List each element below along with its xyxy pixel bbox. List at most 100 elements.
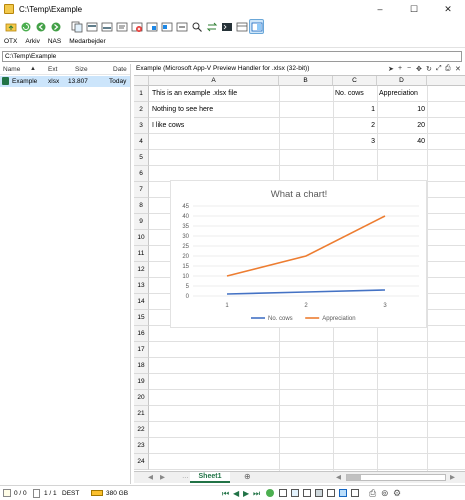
list-item[interactable]: Example xlsx 13.807 Today <box>0 76 130 87</box>
cell-a1[interactable]: This is an example .xlsx file <box>152 90 237 97</box>
cell-c2[interactable]: 1 <box>333 106 375 113</box>
line-chart[interactable]: What a chart! 0 5 10 15 20 25 30 35 40 45 1 2 3 No.… <box>170 180 427 328</box>
view-tree-icon[interactable] <box>315 489 323 497</box>
view-thumbs-icon[interactable] <box>303 489 311 497</box>
pan-icon[interactable]: ✥ <box>416 65 422 73</box>
row-header[interactable]: 9 <box>134 214 149 230</box>
row-header[interactable]: 8 <box>134 198 149 214</box>
close-preview-icon[interactable]: ✕ <box>455 65 461 73</box>
h-scrollbar[interactable] <box>346 474 446 481</box>
copy-icon[interactable] <box>70 20 83 33</box>
view-preview-icon[interactable] <box>339 489 347 497</box>
cell-c4[interactable]: 3 <box>333 138 375 145</box>
row-header[interactable]: 1 <box>134 86 149 102</box>
path-input[interactable]: C:\Temp\Example <box>2 51 462 62</box>
cell-d3[interactable]: 20 <box>377 122 425 129</box>
nav-next-icon[interactable]: ▶ <box>243 489 249 498</box>
move-icon[interactable] <box>85 20 98 33</box>
row-header[interactable]: 4 <box>134 134 149 150</box>
printer-icon[interactable]: ⎙ <box>369 488 376 499</box>
row-header[interactable]: 21 <box>134 406 149 422</box>
cell-d2[interactable]: 10 <box>377 106 425 113</box>
col-header-d[interactable]: D <box>377 76 427 86</box>
row-header[interactable]: 2 <box>134 102 149 118</box>
col-ext-header[interactable]: Ext <box>48 66 57 73</box>
col-header-b[interactable]: B <box>279 76 333 86</box>
row-header[interactable]: 15 <box>134 310 149 326</box>
h-scroll-right-icon[interactable]: ▶ <box>450 473 455 481</box>
col-header-a[interactable]: A <box>149 76 279 86</box>
col-header-e[interactable] <box>427 76 465 86</box>
cell-d4[interactable]: 40 <box>377 138 425 145</box>
menu-medarbejder[interactable]: Medarbejder <box>69 38 106 45</box>
pack-icon[interactable] <box>145 20 158 33</box>
close-button[interactable]: ✕ <box>431 0 465 18</box>
minimize-button[interactable]: – <box>363 0 397 18</box>
new-folder-icon[interactable] <box>100 20 113 33</box>
view-icon[interactable] <box>235 20 248 33</box>
terminal-icon[interactable] <box>220 20 233 33</box>
rotate-icon[interactable]: ↻ <box>426 65 432 73</box>
cell-c3[interactable]: 2 <box>333 122 375 129</box>
menu-arkiv[interactable]: Arkiv <box>25 38 39 45</box>
fit-icon[interactable]: ⤢ <box>436 65 442 73</box>
tab-more-icon[interactable]: … <box>182 473 189 480</box>
search-icon[interactable] <box>190 20 203 33</box>
row-header[interactable]: 11 <box>134 246 149 262</box>
back-icon[interactable] <box>34 20 47 33</box>
row-header[interactable]: 7 <box>134 182 149 198</box>
row-header[interactable]: 24 <box>134 454 149 470</box>
preview-icon[interactable] <box>249 19 264 34</box>
cell-a2[interactable]: Nothing to see here <box>152 106 213 113</box>
row-header[interactable]: 6 <box>134 166 149 182</box>
menu-nas[interactable]: NAS <box>48 38 61 45</box>
h-scroll-thumb[interactable] <box>347 475 361 480</box>
sync-icon[interactable] <box>205 20 218 33</box>
row-header[interactable]: 13 <box>134 278 149 294</box>
select-all-corner[interactable] <box>134 76 149 86</box>
add-sheet-icon[interactable]: ⊕ <box>244 472 251 481</box>
row-header[interactable]: 14 <box>134 294 149 310</box>
forward-icon[interactable] <box>49 20 62 33</box>
up-folder-icon[interactable] <box>4 20 17 33</box>
view-list-icon[interactable] <box>279 489 287 497</box>
rename-icon[interactable] <box>115 20 128 33</box>
cell-d1[interactable]: Appreciation <box>379 90 418 97</box>
view-details-icon[interactable] <box>291 489 299 497</box>
row-header[interactable]: 12 <box>134 262 149 278</box>
row-header[interactable]: 3 <box>134 118 149 134</box>
row-header[interactable]: 18 <box>134 358 149 374</box>
status-ok-icon[interactable] <box>266 489 274 497</box>
unpack-icon[interactable] <box>160 20 173 33</box>
view-columns-icon[interactable] <box>351 489 359 497</box>
settings-icon[interactable]: ⚙ <box>393 488 401 499</box>
row-header[interactable]: 17 <box>134 342 149 358</box>
row-header[interactable]: 10 <box>134 230 149 246</box>
menu-otx[interactable]: OTX <box>4 38 17 45</box>
tab-prev-icon[interactable]: ◀ <box>148 473 153 481</box>
maximize-button[interactable]: ☐ <box>397 0 431 18</box>
tab-sheet1[interactable]: Sheet1 <box>190 472 230 483</box>
cell-c1[interactable]: No. cows <box>335 90 364 97</box>
cell-a3[interactable]: I like cows <box>152 122 184 129</box>
nav-prev-icon[interactable]: ◀ <box>233 489 239 498</box>
col-size-header[interactable]: Size <box>75 66 88 73</box>
col-name-header[interactable]: Name <box>3 66 20 73</box>
row-header[interactable]: 19 <box>134 374 149 390</box>
col-date-header[interactable]: Date <box>113 66 127 73</box>
refresh-icon[interactable] <box>19 20 32 33</box>
row-header[interactable]: 23 <box>134 438 149 454</box>
nav-last-icon[interactable]: ⏭ <box>253 489 260 499</box>
row-header[interactable]: 22 <box>134 422 149 438</box>
view-split-icon[interactable] <box>327 489 335 497</box>
row-header[interactable]: 5 <box>134 150 149 166</box>
nav-first-icon[interactable]: ⏮ <box>222 489 229 499</box>
delete-icon[interactable] <box>130 20 143 33</box>
binoculars-icon[interactable]: ⊚ <box>381 488 389 499</box>
zoom-out-icon[interactable]: − <box>407 65 411 72</box>
row-header[interactable]: 16 <box>134 326 149 342</box>
print-icon[interactable]: ⎙ <box>445 65 451 73</box>
tab-next-icon[interactable]: ▶ <box>160 473 165 481</box>
select-tool-icon[interactable]: ➤ <box>388 65 394 73</box>
h-scroll-left-icon[interactable]: ◀ <box>336 473 341 481</box>
